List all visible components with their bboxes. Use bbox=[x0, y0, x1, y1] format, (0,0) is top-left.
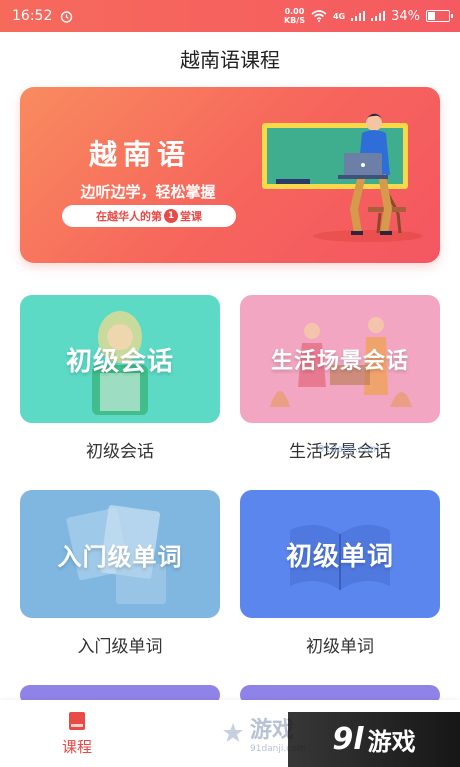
course-card-beginner-vocabulary[interactable]: 初级单词 bbox=[240, 490, 440, 618]
battery-icon bbox=[426, 10, 453, 22]
teacher-illustration bbox=[262, 113, 423, 242]
status-right: 0.00 KB/S 4G 34% bbox=[283, 7, 453, 25]
battery-percent: 34% bbox=[391, 8, 420, 24]
wifi-icon bbox=[311, 10, 327, 22]
course-card-beginner-conversation[interactable]: 初级会话 bbox=[20, 295, 220, 423]
course-label-beginner-conversation[interactable]: 初级会话 bbox=[20, 437, 220, 462]
banner-pill-number: 1 bbox=[164, 209, 178, 223]
status-bar: 16:52 0.00 KB/S 4G 34% bbox=[0, 0, 460, 32]
course-label-beginner-vocabulary[interactable]: 初级单词 bbox=[240, 632, 440, 657]
page-title: 越南语课程 bbox=[180, 48, 280, 72]
alarm-icon bbox=[61, 10, 73, 23]
banner-subtitle: 边听边学，轻松掌握 bbox=[80, 183, 216, 201]
banner-pill: 在越华人的第 1 堂课 bbox=[62, 205, 236, 227]
course-label-entry-vocabulary[interactable]: 入门级单词 bbox=[20, 632, 220, 657]
course-card-title: 初级单词 bbox=[285, 541, 394, 572]
course-card-title: 入门级单词 bbox=[57, 542, 183, 571]
course-card-title: 生活场景会话 bbox=[270, 349, 409, 374]
promo-banner[interactable]: 越南语 边听边学，轻松掌握 在越华人的第 1 堂课 bbox=[20, 87, 440, 263]
nav-tab-course[interactable]: 课程 bbox=[52, 710, 102, 757]
net-speed: 0.00 KB/S bbox=[283, 7, 305, 25]
star-icon bbox=[223, 723, 243, 742]
course-card-entry-vocabulary[interactable]: 入门级单词 bbox=[20, 490, 220, 618]
status-time: 16:52 bbox=[12, 8, 53, 24]
signal-icon bbox=[351, 11, 366, 21]
watermark-mid: 91danji.com bbox=[318, 444, 380, 455]
course-card-life-scene-conversation[interactable]: 生活场景会话 bbox=[240, 295, 440, 423]
banner-title: 越南语 bbox=[88, 138, 191, 171]
network-type: 4G bbox=[332, 11, 346, 21]
status-left: 16:52 bbox=[12, 8, 73, 24]
book-icon bbox=[69, 712, 85, 730]
course-card-title: 初级会话 bbox=[65, 346, 174, 377]
watermark-corner: 9l 游戏 bbox=[288, 712, 460, 767]
nav-tab-course-label: 课程 bbox=[61, 738, 92, 756]
signal-icon-2 bbox=[371, 11, 386, 21]
